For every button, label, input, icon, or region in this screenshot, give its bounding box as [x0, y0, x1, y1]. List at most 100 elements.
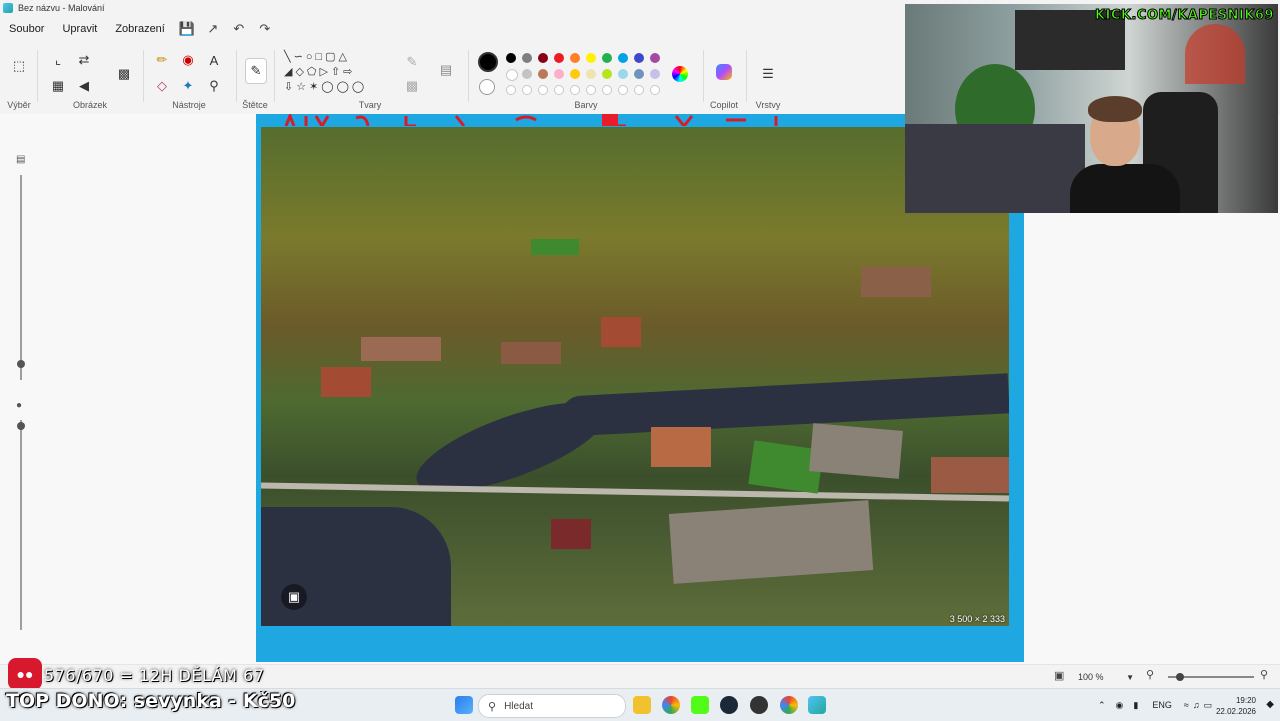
language-indicator[interactable]: ENG: [1152, 700, 1172, 710]
rotate-icon[interactable]: ◀: [74, 76, 94, 96]
fill-bucket-icon[interactable]: ◉: [178, 50, 198, 70]
clock[interactable]: 19:20 22.02.2026: [1216, 695, 1256, 717]
custom-color-slot[interactable]: [618, 85, 628, 95]
custom-color-slot[interactable]: [554, 85, 564, 95]
opacity-knob[interactable]: [17, 422, 25, 430]
redo-icon[interactable]: ↷: [252, 18, 278, 40]
text-icon[interactable]: A: [204, 50, 224, 70]
custom-color-slot[interactable]: [650, 85, 660, 95]
battery-icon[interactable]: ▭: [1204, 700, 1213, 711]
kick-app-icon[interactable]: [691, 696, 709, 714]
shapes-gallery[interactable]: ╲∽○□▢△ ◢◇⬠▷⇧⇨ ⇩☆✶◯◯◯: [284, 50, 394, 96]
fit-to-window-icon[interactable]: ▣: [1054, 669, 1064, 682]
custom-color-slot[interactable]: [538, 85, 548, 95]
color-swatch[interactable]: [522, 53, 532, 63]
group-copilot-label: Copilot: [709, 100, 738, 110]
color-swatch[interactable]: [586, 69, 596, 79]
color-swatch[interactable]: [602, 53, 612, 63]
color-swatch[interactable]: [618, 69, 628, 79]
zoom-slider-knob[interactable]: [1176, 673, 1184, 681]
brush-size-slider[interactable]: [20, 175, 22, 380]
color-swatch[interactable]: [634, 69, 644, 79]
select-all-icon[interactable]: ▦: [48, 76, 68, 96]
brush-icon[interactable]: ✎: [245, 58, 267, 84]
color-swatch[interactable]: [522, 69, 532, 79]
color-swatch[interactable]: [650, 53, 660, 63]
zoom-in-icon[interactable]: ⚲: [1260, 668, 1268, 681]
crop-icon[interactable]: ⌞: [48, 50, 68, 70]
streamer-webcam: KICK.COM/KAPESNIK69: [905, 4, 1278, 213]
menu-view[interactable]: Zobrazení: [106, 23, 174, 35]
clock-date: 22.02.2026: [1215, 707, 1256, 716]
clock-time: 19:20: [1235, 696, 1256, 705]
pasted-aerial-photo[interactable]: ▣ 3 500 × 2 333: [261, 127, 1009, 626]
outline-icon[interactable]: ✎: [402, 52, 422, 72]
resize-icon[interactable]: ⇄: [74, 50, 94, 70]
color-swatch[interactable]: [538, 53, 548, 63]
custom-color-slot[interactable]: [634, 85, 644, 95]
visual-search-icon[interactable]: ▣: [281, 584, 307, 610]
color-swatch[interactable]: [538, 69, 548, 79]
secondary-color[interactable]: [479, 79, 495, 95]
rectangle-select-icon[interactable]: ⬚: [9, 56, 29, 76]
custom-color-slot[interactable]: [586, 85, 596, 95]
zoom-value: 100 %: [1078, 672, 1104, 682]
color-swatch[interactable]: [634, 53, 644, 63]
share-icon[interactable]: ↗: [200, 18, 226, 40]
color-swatch[interactable]: [570, 53, 580, 63]
taskbar-search[interactable]: ⚲ Hledat: [478, 694, 626, 718]
shape-size-icon[interactable]: ▤: [436, 60, 456, 80]
stream-counter: 576/670 = 12H DĚLÁM 67: [44, 666, 265, 685]
campus-building: [651, 427, 711, 467]
devil-emote-icon: ●●: [8, 658, 42, 690]
chrome-profile-icon[interactable]: [780, 696, 798, 714]
zoom-select[interactable]: 100 % ▼: [1078, 669, 1134, 685]
color-swatch[interactable]: [602, 69, 612, 79]
color-swatch[interactable]: [650, 69, 660, 79]
magnifier-icon[interactable]: ⚲: [204, 76, 224, 96]
image-remove-bg-icon[interactable]: ▩: [114, 64, 134, 84]
edit-colors-icon[interactable]: [672, 66, 688, 82]
campus-building: [501, 342, 561, 364]
color-swatch[interactable]: [570, 69, 580, 79]
custom-color-slot[interactable]: [602, 85, 612, 95]
color-swatch[interactable]: [586, 53, 596, 63]
custom-color-slot[interactable]: [506, 85, 516, 95]
undo-icon[interactable]: ↶: [226, 18, 252, 40]
opacity-slider[interactable]: [20, 420, 22, 630]
wifi-icon[interactable]: ≈: [1184, 700, 1189, 710]
notification-icon[interactable]: ◆: [1266, 699, 1274, 710]
color-swatch[interactable]: [506, 53, 516, 63]
chrome-icon[interactable]: [662, 696, 680, 714]
eraser-icon[interactable]: ◇: [152, 76, 172, 96]
color-swatch[interactable]: [506, 69, 518, 81]
custom-color-slot[interactable]: [522, 85, 532, 95]
save-icon[interactable]: 💾: [174, 18, 200, 40]
color-swatch[interactable]: [554, 53, 564, 63]
network-status-icon[interactable]: ◉: [1116, 700, 1124, 711]
color-swatch[interactable]: [618, 53, 628, 63]
steam-icon[interactable]: [720, 696, 738, 714]
fill-icon[interactable]: ▩: [402, 76, 422, 96]
chevron-up-icon[interactable]: ⌃: [1098, 700, 1106, 711]
start-button-icon[interactable]: [455, 696, 473, 714]
system-tray: ⌃ ◉ ▮ ENG ≈ ♫ ▭: [1098, 689, 1212, 721]
microphone-icon[interactable]: ▮: [1133, 700, 1138, 711]
primary-color[interactable]: [478, 52, 498, 72]
color-swatch[interactable]: [554, 69, 564, 79]
volume-icon[interactable]: ♫: [1193, 700, 1200, 710]
divider: [143, 50, 144, 102]
menu-edit[interactable]: Upravit: [53, 23, 106, 35]
layers-icon[interactable]: ☰: [758, 64, 778, 84]
file-explorer-icon[interactable]: [633, 696, 651, 714]
zoom-out-icon[interactable]: ⚲: [1146, 668, 1154, 681]
custom-color-slot[interactable]: [570, 85, 580, 95]
obs-icon[interactable]: [750, 696, 768, 714]
color-picker-icon[interactable]: ✦: [178, 76, 198, 96]
paint-taskbar-icon[interactable]: [808, 696, 826, 714]
copilot-icon[interactable]: [716, 64, 732, 80]
group-shapes: ╲∽○□▢△ ◢◇⬠▷⇧⇨ ⇩☆✶◯◯◯ ✎ ▩ ▤ Tvary: [280, 44, 460, 112]
menu-file[interactable]: Soubor: [0, 23, 53, 35]
pencil-icon[interactable]: ✏: [152, 50, 172, 70]
brush-size-knob[interactable]: [17, 360, 25, 368]
